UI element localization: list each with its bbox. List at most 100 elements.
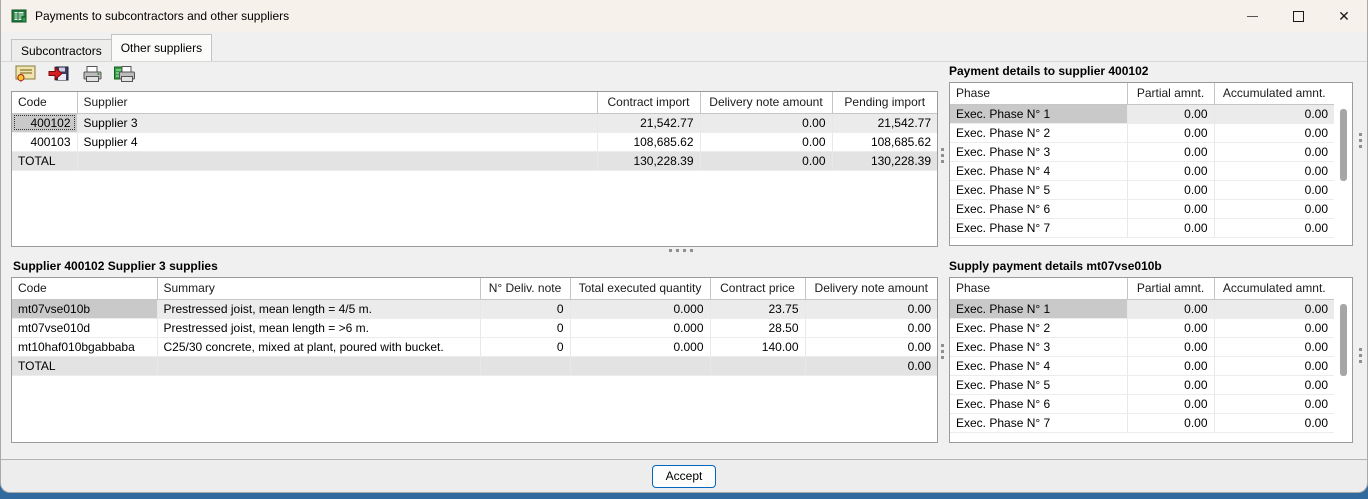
table-row[interactable]: Exec. Phase N° 6 0.00 0.00	[950, 394, 1334, 414]
col-header-code[interactable]: Code	[12, 92, 78, 114]
col-header-phase[interactable]: Phase	[950, 83, 1128, 105]
print-preview-button[interactable]	[112, 63, 138, 87]
minimize-button[interactable]	[1229, 0, 1275, 32]
cell-phase[interactable]: Exec. Phase N° 4	[950, 161, 1128, 181]
col-header-code[interactable]: Code	[12, 278, 158, 300]
col-header-contract-import[interactable]: Contract import	[597, 92, 701, 114]
table-row[interactable]: Exec. Phase N° 4 0.00 0.00	[950, 356, 1334, 376]
cell-summary[interactable]: C25/30 concrete, mixed at plant, poured …	[157, 337, 481, 357]
cell-accumulated[interactable]: 0.00	[1214, 413, 1334, 433]
col-header-pending-import[interactable]: Pending import	[832, 92, 937, 114]
vertical-splitter-grip[interactable]	[1359, 348, 1362, 363]
table-row[interactable]: Exec. Phase N° 7 0.00 0.00	[950, 218, 1334, 238]
scrollbar-thumb[interactable]	[1340, 304, 1347, 376]
cell-accumulated[interactable]: 0.00	[1214, 318, 1334, 338]
col-header-phase[interactable]: Phase	[950, 278, 1128, 300]
col-header-delivery-note-amount[interactable]: Delivery note amount	[805, 278, 937, 300]
col-header-total-executed[interactable]: Total executed quantity	[570, 278, 711, 300]
cell-total-executed[interactable]: 0.000	[570, 337, 711, 357]
cell-partial[interactable]: 0.00	[1127, 180, 1215, 200]
cell-contract-price[interactable]: 23.75	[710, 299, 806, 319]
cell-code[interactable]: mt10haf010bgabbaba	[12, 337, 158, 357]
cell-phase[interactable]: Exec. Phase N° 6	[950, 199, 1128, 219]
titlebar[interactable]: Payments to subcontractors and other sup…	[1, 0, 1367, 32]
cell-phase[interactable]: Exec. Phase N° 5	[950, 375, 1128, 395]
table-row[interactable]: mt07vse010d Prestressed joist, mean leng…	[12, 318, 937, 338]
table-row[interactable]: Exec. Phase N° 2 0.00 0.00	[950, 123, 1334, 143]
cell-accumulated[interactable]: 0.00	[1214, 180, 1334, 200]
print-button[interactable]	[79, 63, 105, 87]
cell-supplier[interactable]: Supplier 3	[77, 113, 598, 133]
cell-partial[interactable]: 0.00	[1127, 337, 1215, 357]
scrollbar-thumb[interactable]	[1340, 109, 1347, 181]
cell-partial[interactable]: 0.00	[1127, 394, 1215, 414]
cell-partial[interactable]: 0.00	[1127, 413, 1215, 433]
table-row[interactable]: Exec. Phase N° 5 0.00 0.00	[950, 180, 1334, 200]
cell-phase[interactable]: Exec. Phase N° 1	[950, 104, 1128, 124]
cell-phase[interactable]: Exec. Phase N° 1	[950, 299, 1128, 319]
cell-phase[interactable]: Exec. Phase N° 3	[950, 337, 1128, 357]
table-row[interactable]: Exec. Phase N° 3 0.00 0.00	[950, 337, 1334, 357]
cell-pending-import[interactable]: 21,542.77	[832, 113, 937, 133]
cell-accumulated[interactable]: 0.00	[1214, 337, 1334, 357]
cell-delivery-note-amount[interactable]: 0.00	[700, 113, 833, 133]
cell-accumulated[interactable]: 0.00	[1214, 356, 1334, 376]
maximize-button[interactable]	[1275, 0, 1321, 32]
cell-contract-price[interactable]: 140.00	[710, 337, 806, 357]
col-header-contract-price[interactable]: Contract price	[710, 278, 806, 300]
cell-code[interactable]: mt07vse010b	[12, 299, 158, 319]
table-row[interactable]: Exec. Phase N° 6 0.00 0.00	[950, 199, 1334, 219]
vertical-splitter-grip[interactable]	[1359, 133, 1362, 148]
cell-accumulated[interactable]: 0.00	[1214, 218, 1334, 238]
horizontal-splitter-grip[interactable]	[669, 249, 693, 252]
vertical-splitter-grip[interactable]	[941, 148, 944, 163]
table-row[interactable]: 400103 Supplier 4 108,685.62 0.00 108,68…	[12, 132, 937, 152]
tab-other-suppliers[interactable]: Other suppliers	[110, 34, 213, 61]
cell-partial[interactable]: 0.00	[1127, 299, 1215, 319]
cell-accumulated[interactable]: 0.00	[1214, 394, 1334, 414]
col-header-partial[interactable]: Partial amnt.	[1127, 83, 1215, 105]
close-button[interactable]: ✕	[1321, 0, 1367, 32]
table-row[interactable]: Exec. Phase N° 1 0.00 0.00	[950, 104, 1334, 124]
cell-partial[interactable]: 0.00	[1127, 123, 1215, 143]
table-row[interactable]: Exec. Phase N° 2 0.00 0.00	[950, 318, 1334, 338]
cell-phase[interactable]: Exec. Phase N° 5	[950, 180, 1128, 200]
cell-partial[interactable]: 0.00	[1127, 318, 1215, 338]
cell-partial[interactable]: 0.00	[1127, 142, 1215, 162]
cell-deliv-note[interactable]: 0	[480, 299, 571, 319]
cell-partial[interactable]: 0.00	[1127, 375, 1215, 395]
cell-total-executed[interactable]: 0.000	[570, 299, 711, 319]
cell-supplier[interactable]: Supplier 4	[77, 132, 598, 152]
table-row[interactable]: 400102 Supplier 3 21,542.77 0.00 21,542.…	[12, 113, 937, 133]
cell-partial[interactable]: 0.00	[1127, 218, 1215, 238]
table-row[interactable]: Exec. Phase N° 1 0.00 0.00	[950, 299, 1334, 319]
cell-delivery-note-amount[interactable]: 0.00	[805, 299, 937, 319]
cell-contract-price[interactable]: 28.50	[710, 318, 806, 338]
table-row[interactable]: Exec. Phase N° 5 0.00 0.00	[950, 375, 1334, 395]
cell-contract-import[interactable]: 21,542.77	[597, 113, 701, 133]
cell-code[interactable]: 400102	[12, 113, 78, 133]
cell-accumulated[interactable]: 0.00	[1214, 161, 1334, 181]
table-row[interactable]: mt07vse010b Prestressed joist, mean leng…	[12, 299, 937, 319]
cell-phase[interactable]: Exec. Phase N° 4	[950, 356, 1128, 376]
col-header-partial[interactable]: Partial amnt.	[1127, 278, 1215, 300]
tab-subcontractors[interactable]: Subcontractors	[11, 39, 112, 61]
cell-phase[interactable]: Exec. Phase N° 7	[950, 218, 1128, 238]
cell-delivery-note-amount[interactable]: 0.00	[805, 318, 937, 338]
cell-accumulated[interactable]: 0.00	[1214, 123, 1334, 143]
col-header-accumulated[interactable]: Accumulated amnt.	[1214, 83, 1334, 105]
col-header-delivery-note-amount[interactable]: Delivery note amount	[700, 92, 833, 114]
certificate-button[interactable]	[13, 63, 39, 87]
vertical-splitter-grip[interactable]	[941, 344, 944, 359]
cell-delivery-note-amount[interactable]: 0.00	[700, 132, 833, 152]
cell-code[interactable]: mt07vse010d	[12, 318, 158, 338]
cell-partial[interactable]: 0.00	[1127, 104, 1215, 124]
table-row[interactable]: Exec. Phase N° 7 0.00 0.00	[950, 413, 1334, 433]
cell-deliv-note[interactable]: 0	[480, 318, 571, 338]
cell-deliv-note[interactable]: 0	[480, 337, 571, 357]
cell-contract-import[interactable]: 108,685.62	[597, 132, 701, 152]
cell-accumulated[interactable]: 0.00	[1214, 299, 1334, 319]
cell-partial[interactable]: 0.00	[1127, 356, 1215, 376]
cell-phase[interactable]: Exec. Phase N° 3	[950, 142, 1128, 162]
accept-button[interactable]: Accept	[652, 464, 716, 488]
